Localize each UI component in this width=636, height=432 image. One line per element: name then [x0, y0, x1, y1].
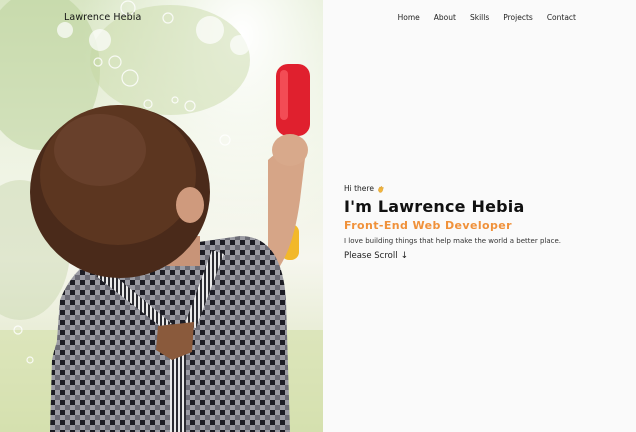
greeting: Hi there — [344, 184, 614, 193]
scroll-button[interactable]: Please Scroll ↓ — [344, 251, 614, 261]
job-title: Front-End Web Developer — [344, 219, 512, 232]
intro-section: Hi there I'm Lawrence Hebia Front-End We… — [344, 184, 614, 261]
nav-contact[interactable]: Contact — [547, 13, 576, 22]
tagline: I love building things that help make th… — [344, 237, 562, 245]
nav-about[interactable]: About — [434, 13, 456, 22]
site-logo[interactable]: Lawrence Hebia — [64, 12, 141, 23]
nav-projects[interactable]: Projects — [503, 13, 533, 22]
page-title: I'm Lawrence Hebia — [344, 197, 525, 216]
greeting-text: Hi there — [344, 184, 374, 193]
nav-home[interactable]: Home — [398, 13, 420, 22]
nav-skills[interactable]: Skills — [470, 13, 489, 22]
hero-photo — [0, 0, 323, 432]
main-nav: Home About Skills Projects Contact — [384, 13, 576, 22]
waving-hand-icon — [377, 185, 385, 193]
scroll-label: Please Scroll — [344, 251, 398, 261]
arrow-down-icon: ↓ — [400, 250, 409, 261]
